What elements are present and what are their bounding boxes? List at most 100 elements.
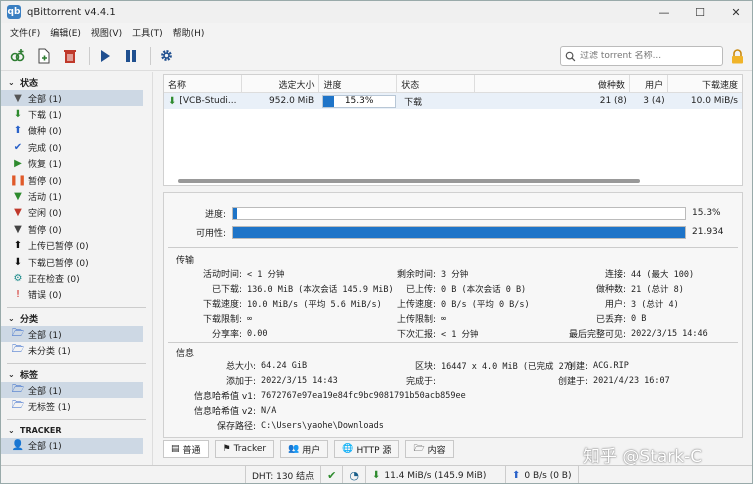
chevron-down-icon: ⌄ [8, 369, 15, 379]
close-button[interactable]: ✕ [718, 1, 752, 23]
field-value: 2022/3/15 14:43 [261, 375, 338, 386]
sidebar-item[interactable]: 🗁 未分类 (1) [1, 342, 152, 358]
delete-button[interactable] [59, 45, 81, 67]
sidebar-item[interactable]: ▶ 恢复 (1) [1, 156, 152, 172]
field-value: < 1 分钟 [441, 329, 479, 340]
status-section-header[interactable]: ⌄ 状态 [1, 75, 152, 90]
folder-icon: 🗁 [11, 383, 25, 395]
play-icon [101, 49, 110, 62]
transfer-field: 分享率: 0.00 [178, 327, 268, 341]
field-value: 7672767e97ea19e84fc9bc9081791b50acb859ee [261, 390, 466, 401]
sidebar-item[interactable]: ⬇ 下载 (1) [1, 106, 152, 122]
field-label: 用户: [604, 300, 626, 310]
sidebar-item[interactable]: ⬆ 上传已暂停 (0) [1, 238, 152, 254]
menu-file[interactable]: 文件(F) [5, 26, 45, 39]
field-value: ∞ [247, 313, 253, 324]
search-input[interactable] [580, 51, 715, 61]
column-status[interactable]: 状态 [397, 75, 475, 93]
sidebar-item[interactable]: ⬆ 做种 (0) [1, 123, 152, 139]
search-box[interactable] [560, 46, 723, 66]
column-name[interactable]: 名称 [164, 75, 242, 93]
add-torrent-file-button[interactable] [33, 45, 55, 67]
torrent-status: 下载 [404, 97, 423, 108]
options-button[interactable] [155, 45, 177, 67]
availability-fill [233, 226, 685, 238]
torrent-peers: 3 (4) [643, 96, 665, 106]
filter-idle-icon: ▼ [14, 207, 22, 219]
lock-button[interactable] [729, 47, 745, 65]
sidebar-divider [7, 362, 146, 364]
torrent-name-cell: ⬇ [VCB-Studi... [164, 93, 241, 109]
sidebar-item[interactable]: ✔ 完成 (0) [1, 139, 152, 155]
sidebar-item[interactable]: 🗁 无标签 (1) [1, 398, 152, 414]
sidebar-item[interactable]: ▼ 暂停 (0) [1, 221, 152, 237]
column-size[interactable]: 选定大小 [242, 75, 320, 93]
sidebar-item[interactable]: ⚙ 正在检查 (0) [1, 270, 152, 286]
tag-section-header[interactable]: ⌄ 标签 [1, 367, 152, 382]
column-progress[interactable]: 进度 [319, 75, 398, 93]
sidebar-item[interactable]: ⬇ 下载已暂停 (0) [1, 254, 152, 270]
chevron-down-icon: ⌄ [8, 78, 15, 87]
sidebar-item[interactable]: ▼ 空闲 (0) [1, 205, 152, 221]
minimize-button[interactable]: — [646, 1, 682, 23]
tracker-section-header[interactable]: ⌄ TRACKER [1, 423, 152, 438]
speed-limit-toggle[interactable]: ◔ [342, 465, 365, 483]
menu-help[interactable]: 帮助(H) [168, 26, 210, 39]
table-row[interactable]: ⬇ [VCB-Studi... 952.0 MiB 15.3% 下载 21 (8… [164, 93, 742, 109]
sidebar-item[interactable]: ▼ 活动 (1) [1, 188, 152, 204]
torrent-list-header: 名称 选定大小 进度 状态 做种数 用户 下载速度 [164, 75, 742, 93]
speedometer-icon: ◔ [349, 469, 359, 482]
field-label: 上传速度: [396, 300, 436, 310]
connection-status[interactable]: ✔ [320, 465, 342, 483]
download-speed-value: 11.4 MiB/s (145.9 MiB) [384, 470, 487, 481]
toolbar-separator [150, 46, 151, 65]
sidebar-item[interactable]: ❚❚ 暂停 (0) [1, 172, 152, 188]
tab-peers[interactable]: 👥 用户 [280, 440, 329, 458]
tab-http[interactable]: 🌐 HTTP 源 [334, 440, 400, 458]
field-value: ∞ [441, 313, 447, 324]
sidebar-item[interactable]: ▼ 全部 (1) [1, 90, 143, 107]
menu-edit[interactable]: 编辑(E) [45, 26, 86, 39]
column-dl-speed[interactable]: 下载速度 [668, 75, 742, 93]
menu-tools[interactable]: 工具(T) [127, 26, 168, 39]
upload-speed-status[interactable]: ⬆ 0 B/s (0 B) [504, 465, 579, 483]
download-speed-status[interactable]: ⬇ 11.4 MiB/s (145.9 MiB) [364, 465, 505, 483]
column-peers[interactable]: 用户 [630, 75, 669, 93]
sidebar-item[interactable]: ! 错误 (0) [1, 287, 152, 303]
transfer-field: 下载限制: ∞ [178, 312, 253, 326]
field-value: 3 分钟 [441, 269, 469, 280]
tab-tracker[interactable]: ⚑ Tracker [214, 440, 275, 458]
horizontal-scrollbar[interactable] [178, 179, 640, 183]
chevron-down-icon: ⌄ [8, 314, 15, 324]
field-value: N/A [261, 405, 277, 416]
resume-button[interactable] [94, 45, 116, 67]
column-seeds[interactable]: 做种数 [475, 75, 630, 93]
sidebar-item[interactable]: 🗁 全部 (1) [1, 381, 143, 399]
check-icon: ✔ [13, 141, 23, 153]
connection-icon: ✔ [327, 469, 337, 482]
maximize-button[interactable]: ☐ [682, 1, 718, 23]
field-label: 已上传: [405, 285, 436, 295]
sidebar-item-label: 上传已暂停 (0) [28, 242, 89, 253]
menu-view[interactable]: 视图(V) [86, 26, 127, 39]
add-torrent-link-button[interactable] [7, 45, 29, 67]
folder-icon: 🗁 [11, 399, 25, 411]
tab-content[interactable]: 🗁 内容 [405, 440, 454, 458]
sidebar-item-label: 活动 (1) [28, 193, 62, 204]
sidebar-item[interactable]: 👤 全部 (1) [1, 437, 143, 455]
pause-button[interactable] [120, 45, 142, 67]
details-tabs: ▤ 普通 ⚑ Tracker 👥 用户 🌐 HTTP 源 🗁 内容 [163, 439, 563, 459]
tab-general[interactable]: ▤ 普通 [163, 440, 209, 458]
pause-icon: ❚❚ [9, 174, 27, 186]
add-file-icon [38, 48, 50, 63]
transfer-field: 已丢弃: 0 B [554, 312, 646, 326]
info-field: 区块: 16447 x 4.0 MiB (已完成 27) [374, 359, 574, 373]
upload-speed-value: 0 B/s (0 B) [524, 470, 572, 481]
info-field: 信息哈希值 v2: N/A [178, 404, 277, 418]
tab-label: Tracker [233, 444, 267, 454]
sidebar-item[interactable]: 🗁 全部 (1) [1, 326, 143, 343]
sidebar-item-label: 全部 (1) [28, 330, 62, 341]
field-label: 下载限制: [202, 315, 242, 325]
trash-icon [64, 49, 76, 63]
category-section-header[interactable]: ⌄ 分类 [1, 311, 152, 326]
